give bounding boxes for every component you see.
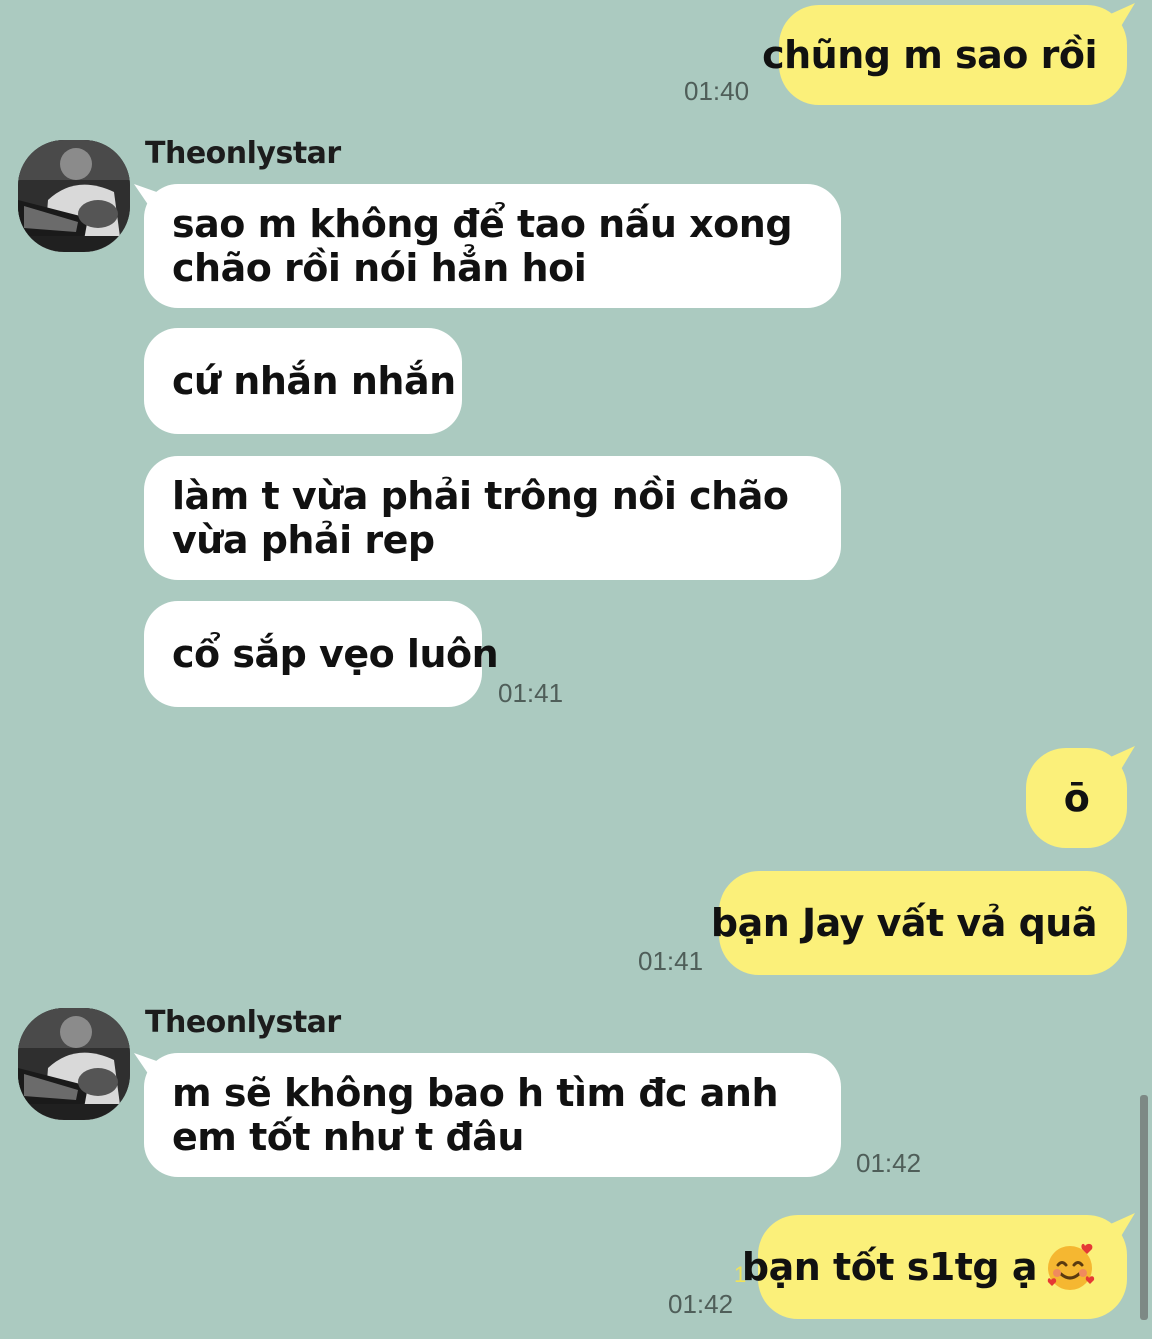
smiling-face-with-hearts-icon	[1043, 1240, 1097, 1294]
message-timestamp: 01:42	[668, 1289, 734, 1319]
incoming-message-bubble[interactable]: cổ sắp vẹo luôn	[144, 601, 499, 707]
chat-view[interactable]: chũng m sao rồi 01:40 Theonlystar sao m …	[0, 0, 1152, 1339]
message-text: m sẽ không bao h tìm đc anh em tốt như t…	[172, 1071, 779, 1159]
avatar[interactable]	[18, 140, 130, 252]
outgoing-message-bubble[interactable]: ō	[1026, 746, 1135, 848]
avatar[interactable]	[18, 1008, 130, 1120]
incoming-message-bubble[interactable]: làm t vừa phải trông nồi chão vừa phải r…	[144, 456, 841, 580]
message-text: bạn tốt s1tg ạ	[741, 1245, 1038, 1289]
outgoing-message-bubble[interactable]: chũng m sao rồi	[762, 3, 1135, 105]
message-text: ō	[1063, 776, 1090, 820]
message-timestamp: 01:40	[684, 76, 750, 106]
message-timestamp: 01:41	[498, 678, 564, 708]
message-timestamp: 01:42	[856, 1148, 922, 1178]
bubble-tail	[1105, 1213, 1135, 1243]
message-text: sao m không để tao nấu xong chão rồi nói…	[172, 202, 793, 290]
avatar-photo	[18, 140, 130, 252]
bubble-tail	[134, 184, 168, 214]
bubble-tail	[1105, 746, 1135, 776]
message-text: chũng m sao rồi	[762, 33, 1097, 77]
scrollbar[interactable]	[1140, 1095, 1148, 1320]
bubble-tail	[1105, 3, 1135, 33]
message-text: cổ sắp vẹo luôn	[172, 632, 499, 676]
sender-name[interactable]: Theonlystar	[145, 1005, 341, 1040]
message-text: cứ nhắn nhắn	[172, 359, 456, 403]
incoming-message-bubble[interactable]: cứ nhắn nhắn	[144, 328, 462, 434]
incoming-message-bubble[interactable]: sao m không để tao nấu xong chão rồi nói…	[134, 184, 841, 308]
outgoing-message-bubble[interactable]: bạn Jay vất vả quã	[711, 871, 1127, 975]
sender-name[interactable]: Theonlystar	[145, 136, 341, 171]
message-text: bạn Jay vất vả quã	[710, 901, 1098, 945]
incoming-message-bubble[interactable]: m sẽ không bao h tìm đc anh em tốt như t…	[134, 1053, 841, 1177]
bubble-tail	[134, 1053, 168, 1083]
outgoing-message-bubble[interactable]: bạn tốt s1tg ạ	[742, 1213, 1135, 1319]
unread-count: 1	[734, 1262, 747, 1287]
message-timestamp: 01:41	[638, 946, 704, 976]
message-text: làm t vừa phải trông nồi chão vừa phải r…	[172, 474, 789, 562]
avatar-photo	[18, 1008, 130, 1120]
